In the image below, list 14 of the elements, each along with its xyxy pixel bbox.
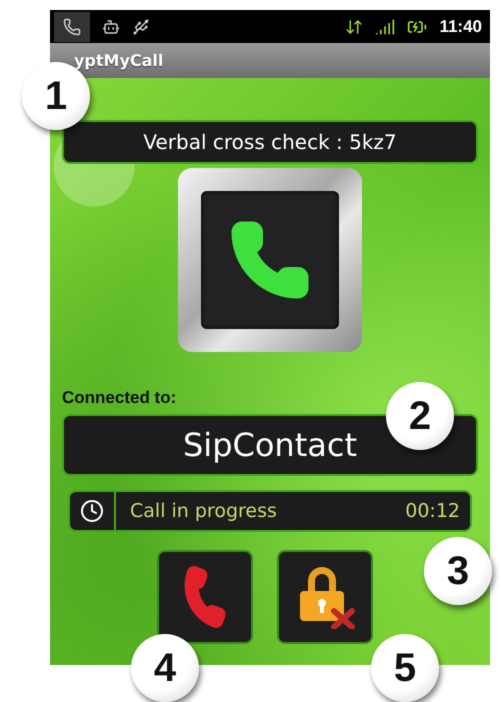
call-duration: 00:12 [405, 500, 460, 522]
call-button[interactable] [178, 168, 362, 352]
unlock-button[interactable] [277, 550, 373, 644]
end-call-button[interactable] [157, 550, 253, 644]
clock-time: 11:40 [439, 16, 482, 36]
connected-label: Connected to: [62, 388, 178, 408]
phone-icon [63, 18, 81, 36]
callout-number: 5 [371, 634, 439, 702]
signal-icon [375, 16, 396, 36]
usb-icon [132, 18, 150, 36]
data-transfer-icon [345, 18, 364, 36]
clock-icon [80, 499, 104, 523]
verification-label: Verbal cross check : 5kz7 [62, 120, 478, 164]
call-status-text: Call in progress [130, 500, 278, 522]
